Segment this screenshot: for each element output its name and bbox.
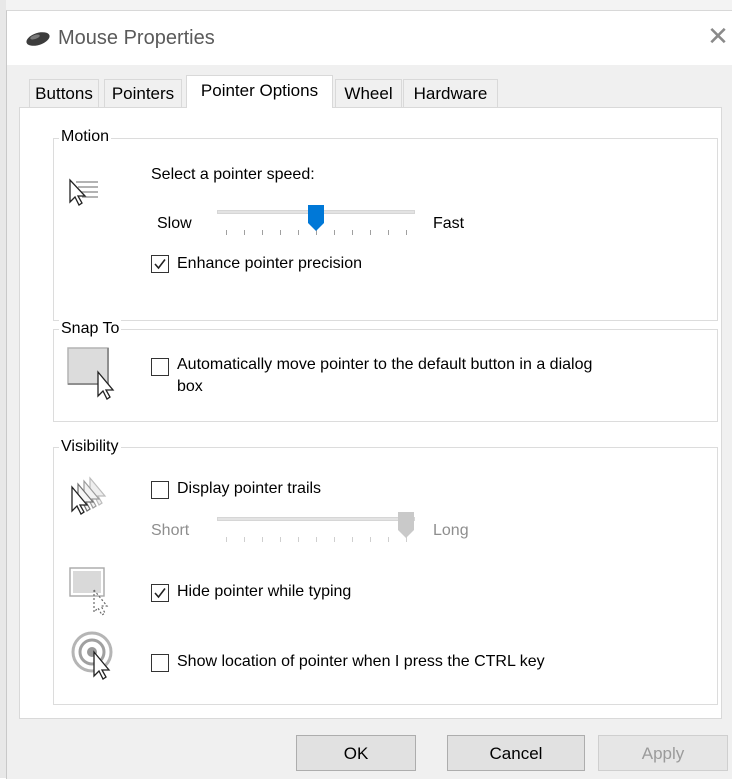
slow-label: Slow bbox=[157, 215, 192, 232]
mouse-icon bbox=[25, 31, 51, 52]
hide-pointer-label[interactable]: Hide pointer while typing bbox=[177, 583, 351, 601]
mouse-properties-dialog: Mouse Properties ✕ Buttons Pointers Poin… bbox=[6, 10, 732, 779]
tab-pointer-options[interactable]: Pointer Options bbox=[186, 75, 333, 108]
short-label: Short bbox=[151, 522, 190, 539]
slider-tick bbox=[244, 230, 245, 235]
pointer-speed-icon bbox=[62, 172, 102, 217]
pointer-trails-icon bbox=[66, 474, 120, 523]
cancel-button[interactable]: Cancel bbox=[447, 735, 585, 771]
slider-tick bbox=[334, 537, 335, 542]
pointer-trails-checkbox[interactable] bbox=[151, 481, 169, 499]
close-icon[interactable]: ✕ bbox=[705, 23, 731, 49]
dialog-content: Buttons Pointers Pointer Options Wheel H… bbox=[7, 65, 732, 779]
tab-hardware[interactable]: Hardware bbox=[403, 79, 498, 107]
slider-tick bbox=[370, 537, 371, 542]
snap-to-checkbox[interactable] bbox=[151, 358, 169, 376]
slider-tick bbox=[244, 537, 245, 542]
window-title: Mouse Properties bbox=[58, 27, 215, 49]
ok-button[interactable]: OK bbox=[296, 735, 416, 771]
pointer-options-panel: Motion Select a pointer speed: Slow Fast bbox=[19, 107, 722, 719]
enhance-precision-label[interactable]: Enhance pointer precision bbox=[177, 255, 362, 273]
long-label: Long bbox=[433, 522, 469, 539]
enhance-precision-checkbox[interactable] bbox=[151, 255, 169, 273]
tab-buttons[interactable]: Buttons bbox=[29, 79, 99, 107]
slider-tick bbox=[406, 230, 407, 235]
slider-tick bbox=[298, 537, 299, 542]
trails-slider-thumb[interactable] bbox=[397, 511, 415, 544]
slider-tick bbox=[316, 537, 317, 542]
apply-button[interactable]: Apply bbox=[598, 735, 728, 771]
snap-to-group-label: Snap To bbox=[59, 320, 122, 338]
slider-tick bbox=[370, 230, 371, 235]
ctrl-locate-checkbox[interactable] bbox=[151, 654, 169, 672]
pointer-trails-label[interactable]: Display pointer trails bbox=[177, 480, 321, 498]
slider-tick bbox=[388, 230, 389, 235]
slider-tick bbox=[352, 230, 353, 235]
speed-prompt: Select a pointer speed: bbox=[151, 166, 315, 183]
pointer-speed-slider[interactable] bbox=[217, 204, 415, 244]
snap-to-label-line2[interactable]: box bbox=[177, 378, 203, 396]
slider-tick bbox=[388, 537, 389, 542]
slider-thumb[interactable] bbox=[307, 204, 325, 237]
fast-label: Fast bbox=[433, 215, 465, 232]
slider-tick bbox=[334, 230, 335, 235]
ctrl-locate-icon bbox=[70, 630, 122, 691]
slider-tick bbox=[280, 537, 281, 542]
slider-tick bbox=[262, 537, 263, 542]
ctrl-locate-label[interactable]: Show location of pointer when I press th… bbox=[177, 653, 545, 671]
slider-tick bbox=[280, 230, 281, 235]
hide-pointer-checkbox[interactable] bbox=[151, 584, 169, 602]
motion-group-label: Motion bbox=[59, 128, 112, 146]
slider-tick bbox=[352, 537, 353, 542]
visibility-group-label: Visibility bbox=[59, 438, 121, 456]
hide-pointer-icon bbox=[68, 566, 120, 621]
trails-slider-track bbox=[217, 517, 415, 521]
title-bar[interactable]: Mouse Properties ✕ bbox=[7, 11, 732, 65]
tab-pointers[interactable]: Pointers bbox=[104, 79, 182, 107]
tab-wheel[interactable]: Wheel bbox=[335, 79, 402, 107]
slider-tick bbox=[226, 230, 227, 235]
slider-tick bbox=[262, 230, 263, 235]
slider-tick bbox=[298, 230, 299, 235]
snap-to-label-line1[interactable]: Automatically move pointer to the defaul… bbox=[177, 356, 592, 374]
pointer-trails-slider[interactable] bbox=[217, 511, 415, 551]
slider-tick bbox=[226, 537, 227, 542]
snap-to-icon bbox=[66, 346, 128, 407]
